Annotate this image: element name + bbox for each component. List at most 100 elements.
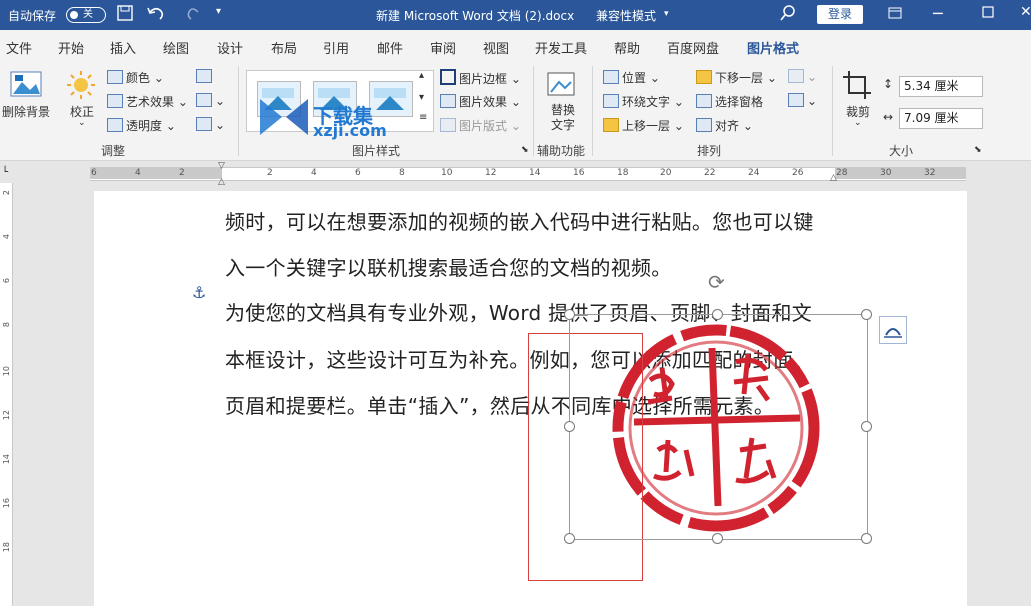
ruler-number: 8	[399, 168, 405, 178]
layout-options-icon	[884, 328, 902, 338]
color-icon	[107, 70, 123, 84]
transparency-icon	[107, 118, 123, 132]
rotate-handle-icon[interactable]: ⟳	[708, 270, 725, 294]
document-title: 新建 Microsoft Word 文档 (2).docx	[376, 9, 575, 23]
remove-background-button[interactable]: 删除背景	[2, 103, 50, 120]
align-button[interactable]: 对齐 ⌄	[696, 117, 753, 134]
bring-forward-button[interactable]: 上移一层 ⌄	[603, 117, 684, 134]
minimize-icon[interactable]: ─	[933, 4, 943, 23]
ribbon-display-icon[interactable]	[888, 6, 902, 23]
search-icon[interactable]	[780, 5, 796, 24]
signin-button[interactable]: 登录	[817, 5, 863, 24]
maximize-icon[interactable]	[982, 6, 994, 21]
send-backward-icon	[696, 70, 712, 84]
artistic-effects-label: 艺术效果	[126, 95, 175, 109]
dialog-launcher-icon[interactable]: ⬊	[521, 145, 529, 155]
picture-effects-button[interactable]: 图片效果 ⌄	[440, 93, 521, 110]
send-backward-button[interactable]: 下移一层 ⌄	[696, 69, 777, 86]
save-icon[interactable]	[117, 5, 133, 24]
group-objects-button[interactable]: ⌄	[788, 69, 817, 84]
picture-border-button[interactable]: 图片边框 ⌄	[440, 69, 521, 87]
ruler-number: 6	[91, 168, 97, 178]
customize-qat-icon[interactable]: ▾	[216, 6, 221, 17]
autosave-state: 关	[83, 9, 93, 20]
effects-icon	[440, 94, 456, 108]
group-icon	[788, 69, 804, 83]
resize-handle[interactable]	[564, 309, 575, 320]
layout-options-button[interactable]	[879, 316, 907, 344]
group-divider	[832, 66, 833, 156]
resize-handle[interactable]	[861, 309, 872, 320]
resize-handle[interactable]	[564, 421, 575, 432]
picture-border-label: 图片边框	[459, 72, 508, 86]
gallery-more[interactable]: ≡	[419, 112, 427, 123]
tab-view[interactable]: 视图	[483, 38, 509, 57]
reset-picture-button[interactable]: ⌄	[196, 117, 225, 132]
ruler-number: 2	[179, 168, 185, 178]
tab-layout[interactable]: 布局	[271, 38, 297, 57]
resize-handle[interactable]	[861, 421, 872, 432]
ruler-number: 20	[660, 168, 672, 178]
right-indent-marker[interactable]: △	[830, 173, 837, 183]
change-picture-button[interactable]: ⌄	[196, 93, 225, 108]
size-group-label: 大小	[889, 144, 914, 158]
picture-layout-label: 图片版式	[459, 119, 508, 133]
picture-selection-box[interactable]	[569, 314, 868, 540]
resize-handle[interactable]	[712, 309, 723, 320]
gallery-scroll-up[interactable]: ▴	[419, 70, 424, 81]
artistic-effects-button[interactable]: 艺术效果 ⌄	[107, 93, 188, 110]
tab-draw[interactable]: 绘图	[163, 38, 189, 57]
tab-design[interactable]: 设计	[217, 38, 243, 57]
gallery-scroll-down[interactable]: ▾	[419, 92, 424, 103]
tab-review[interactable]: 审阅	[430, 38, 456, 57]
toggle-knob	[70, 11, 78, 19]
tab-references[interactable]: 引用	[323, 38, 349, 57]
dialog-launcher-icon[interactable]: ⬊	[974, 145, 982, 155]
ruler-number: 4	[2, 234, 11, 240]
height-field[interactable]: 5.34 厘米	[899, 76, 983, 97]
tab-picture-format[interactable]: 图片格式	[747, 38, 799, 57]
alt-text-button[interactable]: 替换文字	[549, 103, 577, 133]
compat-mode[interactable]: 兼容性模式	[596, 7, 656, 24]
color-label: 颜色	[126, 71, 151, 85]
position-button[interactable]: 位置 ⌄	[603, 69, 660, 86]
hanging-indent-marker[interactable]: △	[218, 177, 225, 187]
ruler-number: 16	[2, 498, 11, 509]
tab-developer[interactable]: 开发工具	[535, 38, 587, 57]
picture-layout-button[interactable]: 图片版式 ⌄	[440, 117, 521, 134]
ruler-number: 18	[2, 542, 11, 553]
compress-pictures-button[interactable]	[196, 69, 215, 84]
tab-help[interactable]: 帮助	[614, 38, 640, 57]
undo-icon[interactable]	[146, 5, 168, 24]
picture-styles-group-label: 图片样式	[352, 144, 401, 158]
crop-icon	[842, 70, 872, 103]
paragraph-line[interactable]: 入一个关键字以联机搜索最适合您的文档的视频。	[225, 252, 672, 281]
tab-mailings[interactable]: 邮件	[377, 38, 403, 57]
autosave-toggle[interactable]: 关	[66, 7, 106, 23]
transparency-button[interactable]: 透明度 ⌄	[107, 117, 176, 134]
resize-handle[interactable]	[564, 533, 575, 544]
tab-insert[interactable]: 插入	[110, 38, 136, 57]
close-icon[interactable]: ✕	[1020, 4, 1031, 20]
adjust-group-label: 调整	[101, 144, 126, 158]
color-button[interactable]: 颜色 ⌄	[107, 69, 164, 86]
ruler-number: 6	[355, 168, 361, 178]
remove-background-icon	[10, 70, 44, 103]
tab-baidu-netdisk[interactable]: 百度网盘	[667, 38, 719, 57]
tab-selector[interactable]: └	[2, 167, 8, 178]
ruler-number: 22	[704, 168, 716, 178]
first-line-indent-marker[interactable]: ▽	[218, 161, 225, 171]
resize-handle[interactable]	[712, 533, 723, 544]
resize-handle[interactable]	[861, 533, 872, 544]
style-thumbnail[interactable]	[369, 81, 413, 117]
rotate-button[interactable]: ⌄	[788, 93, 817, 108]
tab-home[interactable]: 开始	[58, 38, 84, 57]
ruler-number: 4	[135, 168, 141, 178]
wrap-text-button[interactable]: 环绕文字 ⌄	[603, 93, 684, 110]
redo-icon[interactable]	[186, 5, 202, 24]
paragraph-line[interactable]: 频时，可以在想要添加的视频的嵌入代码中进行粘贴。您也可以键	[225, 206, 814, 235]
selection-pane-button[interactable]: 选择窗格	[696, 93, 763, 110]
align-icon	[696, 118, 712, 132]
tab-file[interactable]: 文件	[6, 38, 32, 57]
width-field[interactable]: 7.09 厘米	[899, 108, 983, 129]
